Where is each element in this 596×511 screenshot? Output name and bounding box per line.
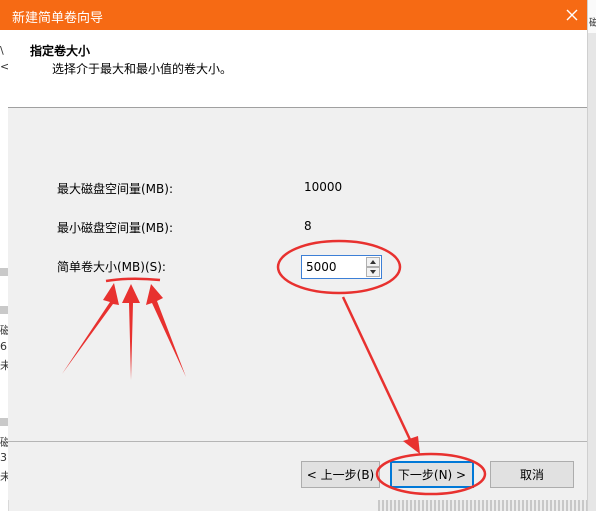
spin-buttons — [366, 257, 380, 277]
next-button[interactable]: 下一步(N) > — [390, 461, 474, 488]
dialog-titlebar[interactable]: 新建简单卷向导 — [0, 0, 587, 30]
spin-up-button[interactable] — [366, 257, 380, 267]
bg-scroll-mark — [0, 268, 8, 276]
max-size-value: 10000 — [304, 180, 343, 194]
footer-separator — [8, 441, 587, 442]
spin-down-button[interactable] — [366, 267, 380, 277]
bg-fragment: 磁 — [589, 18, 596, 29]
bg-fragment: 3 — [0, 451, 7, 464]
volume-size-label: 简单卷大小(MB)(S): — [57, 260, 166, 274]
volume-size-spinbox[interactable]: 5000 — [301, 255, 382, 279]
window-title: 新建简单卷向导 — [12, 11, 104, 26]
min-size-value: 8 — [304, 219, 312, 233]
bg-scroll-mark — [0, 306, 8, 314]
wizard-header: 指定卷大小 选择介于最大和最小值的卷大小。 — [8, 30, 587, 108]
min-size-label: 最小磁盘空间量(MB): — [57, 221, 173, 235]
bg-progress-stripe — [378, 500, 587, 511]
page-subtitle: 选择介于最大和最小值的卷大小。 — [52, 62, 233, 76]
max-size-label: 最大磁盘空间量(MB): — [57, 182, 173, 196]
down-arrow-icon — [370, 270, 376, 274]
close-button[interactable] — [557, 0, 587, 30]
background-window-right: 磁 — [587, 0, 596, 511]
bg-panel — [588, 33, 596, 511]
bg-fragment: 6 — [0, 340, 7, 353]
volume-size-input[interactable]: 5000 — [306, 260, 337, 274]
bg-fragment: \ — [0, 44, 4, 57]
close-icon — [566, 9, 578, 21]
page-title: 指定卷大小 — [30, 44, 91, 58]
bg-scroll-mark — [0, 418, 8, 426]
back-button[interactable]: < 上一步(B) — [301, 461, 380, 488]
cancel-button[interactable]: 取消 — [490, 461, 574, 488]
up-arrow-icon — [370, 260, 376, 264]
